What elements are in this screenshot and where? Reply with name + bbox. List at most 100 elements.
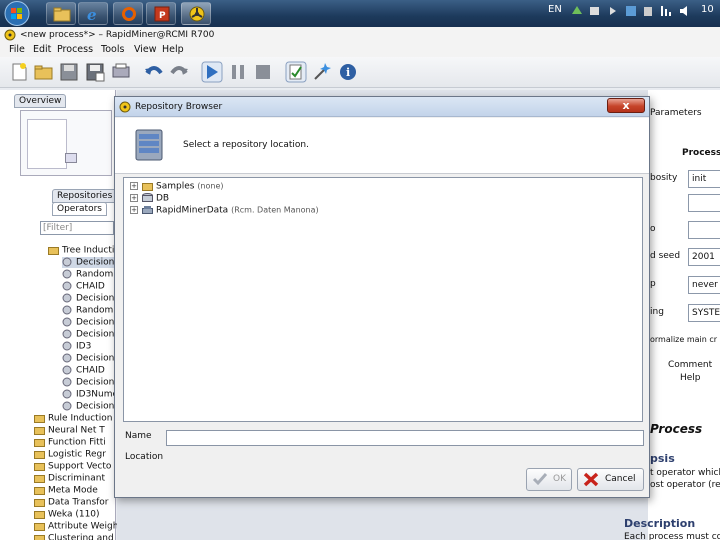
operator-icon <box>62 377 72 387</box>
tray-language[interactable]: EN <box>548 0 562 27</box>
undo-icon[interactable] <box>143 61 165 83</box>
repo-item-rapidminerdata[interactable]: + RapidMinerData (Rcm. Daten Manona) <box>130 205 319 216</box>
wizard-icon[interactable] <box>311 61 333 83</box>
taskbar-firefox-button[interactable] <box>113 2 143 25</box>
folder-icon <box>34 463 45 471</box>
operator-tree-item[interactable]: CHAID <box>62 281 105 292</box>
operator-tree-item[interactable]: Meta Mode <box>34 485 98 496</box>
name-label: Name <box>125 431 152 441</box>
operator-tree-item-label: ID3 <box>76 341 92 352</box>
name-input[interactable] <box>166 430 644 446</box>
folder-icon <box>34 499 45 507</box>
svg-text:i: i <box>346 66 350 79</box>
parameter-label: bosity <box>650 173 678 183</box>
operator-tree-item[interactable]: Decision <box>62 353 114 364</box>
taskbar: e P EN 10 <box>0 0 720 27</box>
operator-tree-item-label: Decision <box>76 257 115 268</box>
repo-sub: (none) <box>197 181 224 191</box>
operator-icon <box>62 401 72 411</box>
repository-tree[interactable]: + Samples (none) + DB + RapidMinerData (Rcm… <box>123 177 643 422</box>
operator-icon <box>62 269 72 279</box>
stop-icon[interactable] <box>252 61 274 83</box>
save-icon[interactable] <box>58 61 80 83</box>
tab-operators[interactable]: Operators <box>52 202 107 216</box>
normalize-label: ormalize main cr <box>650 335 718 344</box>
database-icon <box>142 193 153 202</box>
menu-view[interactable]: View <box>134 43 157 57</box>
cancel-button-label: Cancel <box>605 474 636 484</box>
operator-tree-item[interactable]: Decision <box>62 293 114 304</box>
operator-tree-item[interactable]: CHAID <box>62 365 105 376</box>
parameter-field[interactable]: never <box>688 276 720 294</box>
operator-filter-input[interactable]: [Filter] <box>40 221 114 235</box>
parameter-field[interactable]: 2001 <box>688 248 720 266</box>
parameter-field[interactable]: init <box>688 170 720 188</box>
run-icon[interactable] <box>201 61 223 83</box>
operator-tree-item[interactable]: Decision <box>62 317 114 328</box>
taskbar-rapidminer-button[interactable] <box>181 2 211 25</box>
help-title: Process <box>650 422 703 436</box>
taskbar-explorer-button[interactable] <box>46 2 76 25</box>
menu-edit[interactable]: Edit <box>33 43 51 57</box>
pause-icon[interactable] <box>227 61 249 83</box>
tab-parameters[interactable]: Parameters <box>650 108 702 118</box>
cancel-button[interactable]: Cancel <box>577 468 644 491</box>
operator-tree-item[interactable]: Neural Net T <box>34 425 105 436</box>
menu-tools[interactable]: Tools <box>101 43 124 57</box>
taskbar-app-button[interactable]: P <box>146 2 176 25</box>
tray-clock[interactable]: 10 <box>701 0 714 27</box>
operator-tree-item[interactable]: Function Fitti <box>34 437 106 448</box>
operator-tree-item[interactable]: Support Vecto <box>34 461 111 472</box>
operator-tree-item[interactable]: Decision <box>62 401 114 412</box>
redo-icon[interactable] <box>168 61 190 83</box>
repo-item-db[interactable]: + DB <box>130 193 169 204</box>
operator-tree-item[interactable]: Logistic Regr <box>34 449 106 460</box>
ok-button[interactable]: OK <box>526 468 572 491</box>
save-as-icon[interactable] <box>84 61 106 83</box>
menu-help[interactable]: Help <box>162 43 184 57</box>
folder-icon <box>53 7 71 22</box>
operator-tree-item[interactable]: Discriminant <box>34 473 105 484</box>
overview-thumbnail[interactable] <box>20 110 112 176</box>
svg-text:e: e <box>87 6 97 22</box>
tab-repositories[interactable]: Repositories <box>52 189 118 203</box>
start-orb-icon[interactable] <box>3 0 33 27</box>
parameter-field[interactable]: SYSTEM <box>688 304 720 322</box>
menu-file[interactable]: File <box>9 43 25 57</box>
tab-comment[interactable]: Comment <box>668 360 712 370</box>
repo-item-samples[interactable]: + Samples (none) <box>130 181 224 192</box>
info-icon[interactable]: i <box>337 61 359 83</box>
print-icon[interactable] <box>110 61 132 83</box>
new-file-icon[interactable] <box>8 61 30 83</box>
tab-overview[interactable]: Overview <box>14 94 67 108</box>
menu-process[interactable]: Process <box>57 43 93 57</box>
open-folder-icon[interactable] <box>33 61 55 83</box>
operator-tree-item[interactable]: Random <box>62 269 113 280</box>
dialog-close-button[interactable]: x <box>607 98 645 113</box>
location-label: Location <box>125 452 164 462</box>
operator-tree-item[interactable]: Decision <box>62 329 114 340</box>
parameter-field[interactable] <box>688 194 720 212</box>
tab-help[interactable]: Help <box>680 373 701 383</box>
operator-icon <box>62 365 72 375</box>
tab-operators-label: Operators <box>57 204 102 214</box>
operator-tree-item[interactable]: Decision <box>62 377 114 388</box>
expand-icon[interactable]: + <box>130 194 138 202</box>
operator-tree-item[interactable]: Weka (110) <box>34 509 100 520</box>
app-title: <new process*> – RapidMiner@RCMI R700 <box>20 30 215 40</box>
validate-icon[interactable] <box>285 61 307 83</box>
operator-tree-item[interactable]: ID3 <box>62 341 91 352</box>
rapidminer-icon <box>189 6 205 22</box>
parameter-field[interactable] <box>688 221 720 239</box>
operator-tree-item[interactable]: Rule Induction <box>34 413 112 424</box>
operator-tree-item[interactable]: Decision <box>62 257 115 268</box>
system-tray-icons[interactable] <box>570 4 700 18</box>
expand-icon[interactable]: + <box>130 182 138 190</box>
parameter-label: o <box>650 224 656 234</box>
dialog-title-bar[interactable]: Repository Browser x <box>115 97 649 117</box>
operator-tree-item[interactable]: Data Transfor <box>34 497 109 508</box>
expand-icon[interactable]: + <box>130 206 138 214</box>
operator-tree-item[interactable]: Random <box>62 305 113 316</box>
taskbar-ie-button[interactable]: e <box>78 2 108 25</box>
operator-tree-item[interactable]: ID3Nume <box>62 389 118 400</box>
